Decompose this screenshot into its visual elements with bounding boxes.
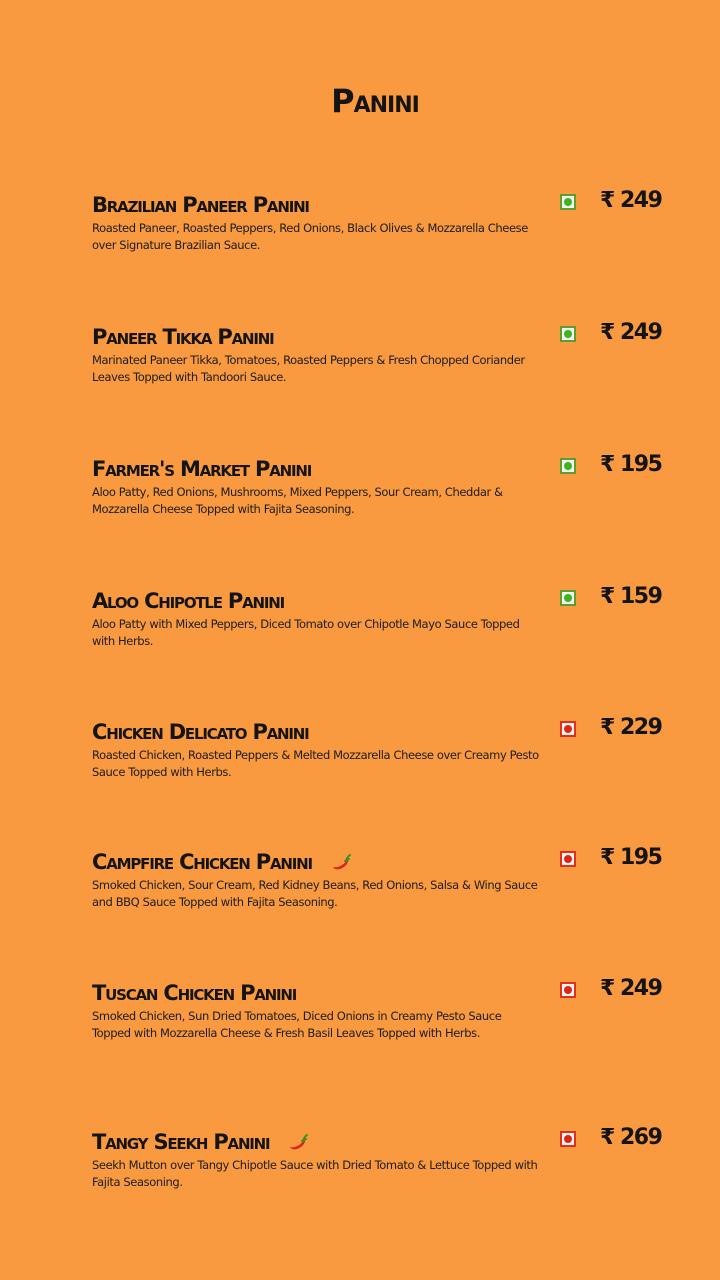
non-veg-indicator-icon [560,721,576,737]
item-price: ₹ 269 [600,1125,663,1150]
item-name-row: Farmer's Market Panini [92,456,672,482]
item-description: Marinated Paneer Tikka, Tomatoes, Roaste… [92,353,525,384]
item-price: ₹ 249 [600,976,663,1001]
menu-item[interactable]: Farmer's Market Panini Aloo Patty, Red O… [92,452,672,518]
item-description: Roasted Paneer, Roasted Peppers, Red Oni… [92,221,528,252]
item-name-row: Aloo Chipotle Panini [92,588,672,614]
chili-pepper-icon [332,854,351,870]
item-name-row: Tangy Seekh Panini [92,1129,672,1155]
item-description: Aloo Patty with Mixed Peppers, Diced Tom… [92,617,520,648]
item-name: Tuscan Chicken Panini [92,981,297,1005]
menu-item[interactable]: Aloo Chipotle Panini Aloo Patty with Mix… [92,584,672,650]
menu-item[interactable]: Tangy Seekh Panini Seekh Mutton over Tan… [92,1125,672,1191]
item-price: ₹ 249 [600,188,663,213]
menu-item[interactable]: Brazilian Paneer Panini Roasted Paneer, … [92,188,672,254]
item-description: Smoked Chicken, Sun Dried Tomatoes, Dice… [92,1009,502,1040]
item-name: Farmer's Market Panini [92,457,312,481]
veg-indicator-icon [560,194,576,210]
item-price: ₹ 159 [600,584,663,609]
menu-item[interactable]: Campfire Chicken Panini Smoked Chicken, … [92,845,672,911]
veg-indicator-icon [560,326,576,342]
item-description: Aloo Patty, Red Onions, Mushrooms, Mixed… [92,485,503,516]
item-name: Chicken Delicato Panini [92,720,310,744]
chili-pepper-icon [290,1134,309,1150]
menu-item[interactable]: Chicken Delicato Panini Roasted Chicken,… [92,715,672,781]
item-name: Campfire Chicken Panini [92,850,313,874]
item-name-row: Paneer Tikka Panini [92,324,672,350]
item-name-row: Campfire Chicken Panini [92,849,672,875]
item-name-row: Chicken Delicato Panini [92,719,672,745]
non-veg-indicator-icon [560,982,576,998]
item-price: ₹ 229 [600,715,663,740]
item-name: Brazilian Paneer Panini [92,193,310,217]
page-title: Panini [331,82,420,120]
item-price: ₹ 195 [600,452,663,477]
item-description: Roasted Chicken, Roasted Peppers & Melte… [92,748,539,779]
item-name-row: Brazilian Paneer Panini [92,192,672,218]
item-price: ₹ 195 [600,845,663,870]
veg-indicator-icon [560,458,576,474]
menu-item[interactable]: Tuscan Chicken Panini Smoked Chicken, Su… [92,976,672,1042]
item-name-row: Tuscan Chicken Panini [92,980,672,1006]
item-description: Seekh Mutton over Tangy Chipotle Sauce w… [92,1158,538,1189]
non-veg-indicator-icon [560,1131,576,1147]
item-name: Aloo Chipotle Panini [92,589,285,613]
item-price: ₹ 249 [600,320,663,345]
item-name: Paneer Tikka Panini [92,325,275,349]
item-name: Tangy Seekh Panini [92,1130,271,1154]
veg-indicator-icon [560,590,576,606]
menu-item[interactable]: Paneer Tikka Panini Marinated Paneer Tik… [92,320,672,386]
non-veg-indicator-icon [560,851,576,867]
item-description: Smoked Chicken, Sour Cream, Red Kidney B… [92,878,538,909]
